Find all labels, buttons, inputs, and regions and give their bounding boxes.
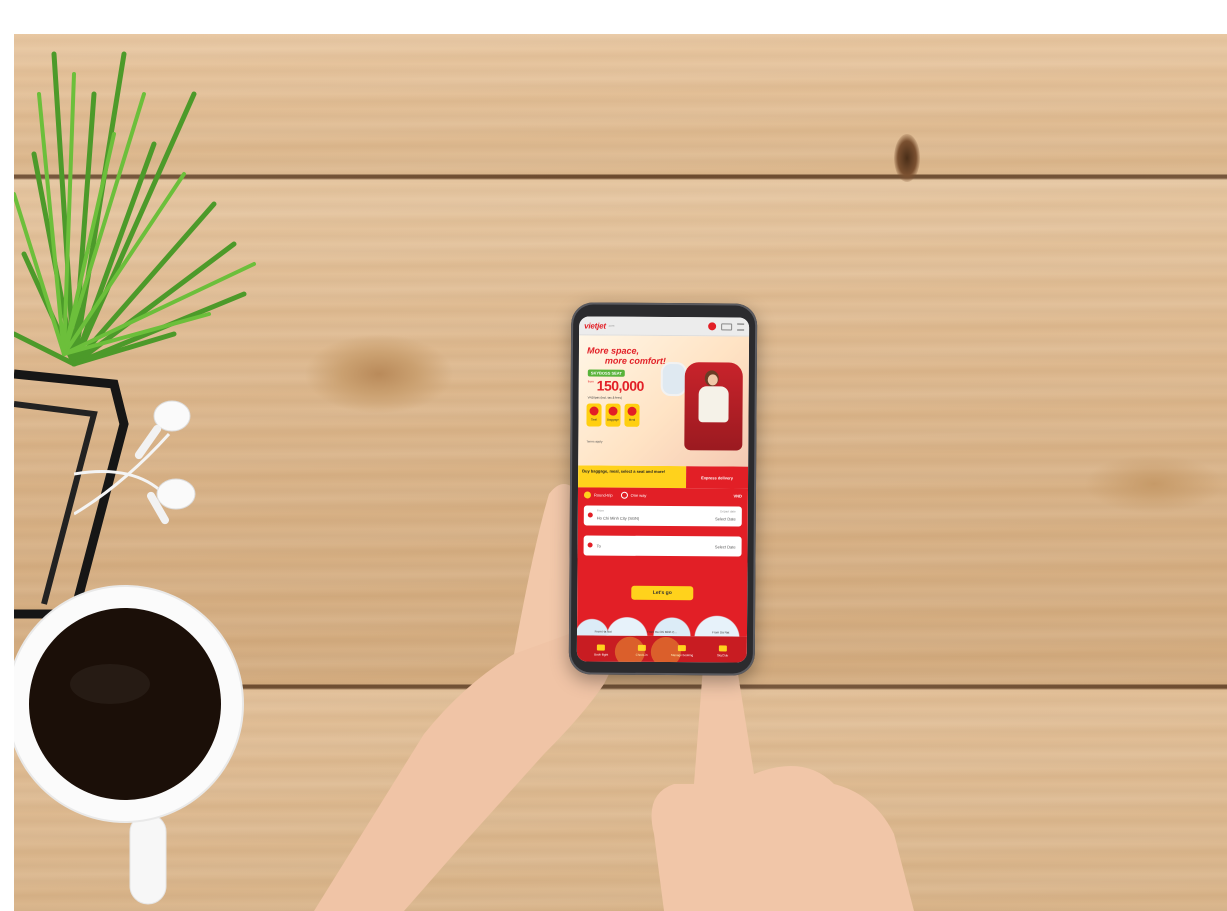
wood-knot (1084, 454, 1224, 514)
addons-strip: Buy baggage, meal, select a seat and mor… (578, 465, 749, 489)
language-icon[interactable] (721, 322, 733, 330)
right-hand-image (651, 642, 914, 911)
headline-line2: more comfort! (604, 355, 666, 367)
headline-line1: More space, (586, 345, 640, 356)
depart-date[interactable]: Select Date (715, 516, 736, 521)
from-label: From (596, 508, 604, 513)
badge-label: Seat (590, 417, 598, 422)
route-link[interactable]: From Da Nat (712, 630, 729, 634)
nav-skyclub[interactable]: SkyClub (706, 645, 740, 657)
flight-search-form: Round-trip One way VND From Ho Chi Minh … (576, 487, 749, 637)
plant-icon (14, 51, 256, 367)
route-link[interactable]: From Ha Noi (595, 630, 612, 634)
price-value: 150,000 (596, 377, 644, 394)
passenger-body (698, 386, 729, 423)
wood-knot (304, 334, 454, 414)
promo-banner[interactable]: More space, more comfort! SKYBOSS SEAT f… (578, 335, 750, 467)
logo-domain: .com (607, 323, 615, 328)
seat-badge: Seat (586, 403, 602, 427)
skyboss-tag: SKYBOSS SEAT (587, 369, 625, 377)
seat-icon (589, 406, 599, 416)
to-value: To (596, 543, 601, 549)
one-way-radio[interactable] (620, 491, 628, 499)
destination-field[interactable]: To Select Date (583, 535, 742, 557)
lets-go-button[interactable]: Let's go (631, 585, 694, 601)
promo-icon[interactable] (708, 322, 717, 331)
meal-badge: Meal (624, 403, 640, 427)
wood-knot (894, 134, 920, 182)
nav-label: SkyClub (716, 653, 729, 658)
banner-headline: More space, more comfort! (587, 345, 687, 366)
landing-icon (587, 542, 593, 548)
round-trip-label[interactable]: Round-trip (594, 492, 613, 497)
route-link[interactable]: From Ho Chi Minh C... (647, 630, 677, 634)
banner-footnote: Terms apply (586, 439, 603, 444)
smartphone: vietjet .com More space, more comfort! S… (568, 302, 758, 676)
one-way-label[interactable]: One way (631, 492, 647, 497)
skyclub-icon (718, 645, 727, 652)
meal-icon (627, 406, 637, 416)
origin-field[interactable]: From Ho Chi Minh City (SGN) Depart date … (583, 505, 742, 527)
depart-label: Depart date (720, 509, 736, 514)
baggage-icon (608, 406, 618, 416)
feature-badges: Seat Baggage Meal (586, 403, 640, 427)
badge-label: Meal (628, 417, 636, 422)
currency-select[interactable]: VND (733, 493, 741, 498)
badge-label: Baggage (606, 417, 619, 422)
return-date[interactable]: Select Date (715, 544, 736, 549)
app-header: vietjet .com (579, 316, 750, 337)
nav-book-flight[interactable]: Book flight (584, 644, 618, 657)
round-trip-radio[interactable] (583, 490, 591, 498)
from-value: Ho Chi Minh City (SGN) (596, 515, 640, 521)
phone-screen: vietjet .com More space, more comfort! S… (576, 316, 750, 663)
takeoff-icon (587, 512, 593, 518)
plane-icon (597, 644, 606, 651)
nav-label: Book flight (594, 652, 609, 657)
trip-type: Round-trip One way VND (583, 487, 742, 502)
tap-highlight (614, 636, 645, 663)
express-delivery-button[interactable]: Express delivery (686, 466, 749, 489)
coffee-cup-icon (14, 585, 244, 905)
passenger-face (707, 374, 718, 386)
price-from: from (587, 379, 594, 384)
plane-window (660, 361, 687, 397)
earbuds-icon (74, 400, 196, 525)
desk-photo: vietjet .com More space, more comfort! S… (14, 34, 1227, 911)
banner-price: 150,000 (597, 378, 644, 394)
menu-icon[interactable] (737, 323, 745, 331)
price-note: VND/pax (incl. tax & fees) (587, 395, 623, 400)
vietjet-logo[interactable]: vietjet (584, 321, 606, 330)
baggage-badge: Baggage (605, 403, 621, 427)
addons-text[interactable]: Buy baggage, meal, select a seat and mor… (578, 465, 687, 489)
tap-highlight (650, 636, 681, 663)
